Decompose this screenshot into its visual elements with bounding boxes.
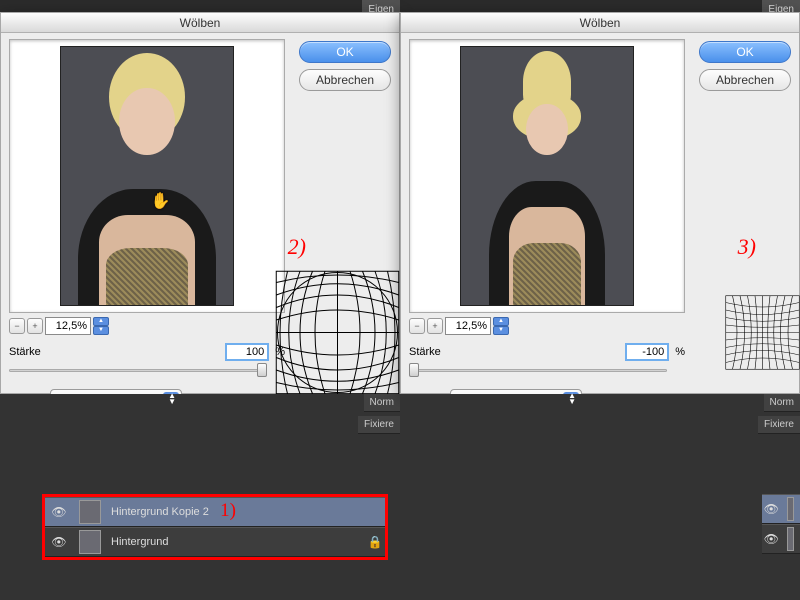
visibility-icon[interactable]: 👁 xyxy=(45,535,73,549)
zoom-stepper[interactable]: ▲▼ xyxy=(93,317,109,335)
annotation-3: 3) xyxy=(738,234,756,260)
strength-label: Stärke xyxy=(9,346,41,358)
zoom-stepper[interactable]: ▲▼ xyxy=(493,317,509,335)
visibility-icon[interactable]: 👁 xyxy=(762,532,781,546)
layer-thumb xyxy=(787,527,794,551)
annotation-1: 1) xyxy=(220,500,236,522)
layer-row-selected[interactable]: 👁 xyxy=(762,494,800,524)
strength-label: Stärke xyxy=(409,346,441,358)
lock-label: Fixiere xyxy=(758,416,800,434)
visibility-icon[interactable]: 👁 xyxy=(45,505,73,519)
ok-button[interactable]: OK xyxy=(699,41,791,63)
layer-thumb xyxy=(787,497,794,521)
layer-thumb xyxy=(79,530,101,554)
strength-input[interactable]: -100 xyxy=(625,343,669,361)
zoom-out-button[interactable]: − xyxy=(409,318,425,334)
strength-slider[interactable] xyxy=(409,363,667,377)
preview-area[interactable]: ✋ xyxy=(9,39,285,313)
lock-icon: 🔒 xyxy=(365,535,385,549)
layer-name[interactable]: Hintergrund xyxy=(107,536,365,548)
zoom-value[interactable]: 12,5% xyxy=(45,317,91,335)
warp-grid-spherize-icon xyxy=(275,270,400,395)
hand-cursor-icon: ✋ xyxy=(150,191,170,211)
cancel-button[interactable]: Abbrechen xyxy=(299,69,391,91)
zoom-value[interactable]: 12,5% xyxy=(445,317,491,335)
layers-panel: Norm Fixiere 👁 👁 xyxy=(400,394,800,600)
ok-button[interactable]: OK xyxy=(299,41,391,63)
layer-name[interactable]: Hintergrund Kopie 2 xyxy=(107,506,385,518)
cancel-button[interactable]: Abbrechen xyxy=(699,69,791,91)
layer-thumb xyxy=(79,500,101,524)
zoom-in-button[interactable]: + xyxy=(427,318,443,334)
dialog-title: Wölben xyxy=(1,13,399,33)
preview-thumbnail xyxy=(460,46,634,306)
layers-panel: Norm Fixiere 👁 Hintergrund Kopie 2 👁 Hin… xyxy=(0,394,400,600)
layer-row-selected[interactable]: 👁 Hintergrund Kopie 2 xyxy=(45,497,385,527)
warp-grid-pinch-icon xyxy=(725,270,800,395)
strength-input[interactable]: 100 xyxy=(225,343,269,361)
dialog-title: Wölben xyxy=(401,13,799,33)
layer-row[interactable]: 👁 Hintergrund 🔒 xyxy=(45,527,385,557)
zoom-in-button[interactable]: + xyxy=(27,318,43,334)
layer-row[interactable]: 👁 xyxy=(762,524,800,554)
blend-label: Norm xyxy=(764,394,800,412)
lock-label: Fixiere xyxy=(358,416,400,434)
preview-thumbnail: ✋ xyxy=(60,46,234,306)
strength-slider[interactable] xyxy=(9,363,267,377)
zoom-out-button[interactable]: − xyxy=(9,318,25,334)
preview-area[interactable] xyxy=(409,39,685,313)
percent-label: % xyxy=(675,346,685,358)
blend-label: Norm xyxy=(364,394,400,412)
annotation-2: 2) xyxy=(288,234,306,260)
visibility-icon[interactable]: 👁 xyxy=(762,502,781,516)
